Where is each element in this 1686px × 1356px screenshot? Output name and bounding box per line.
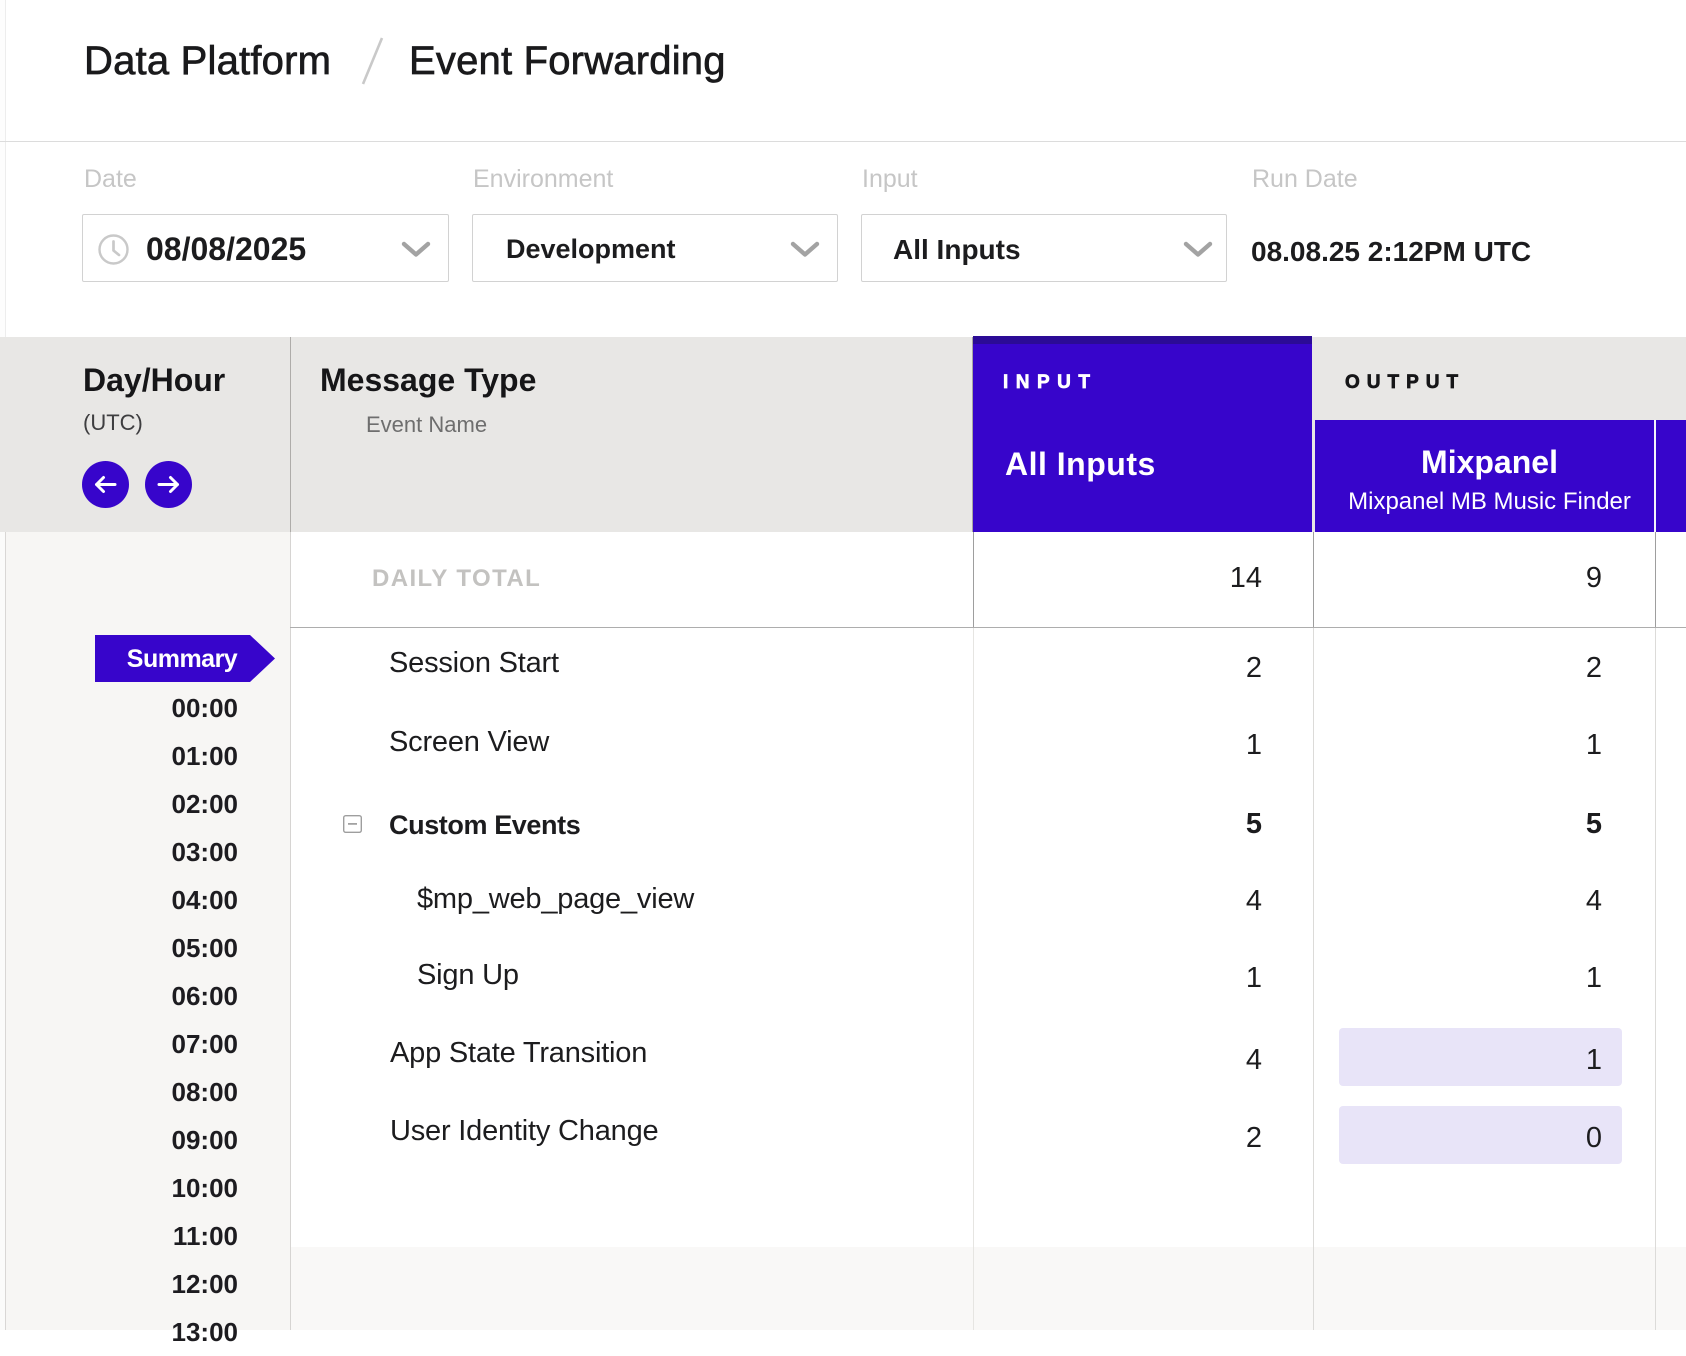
svg-text:Summary: Summary	[127, 645, 238, 673]
